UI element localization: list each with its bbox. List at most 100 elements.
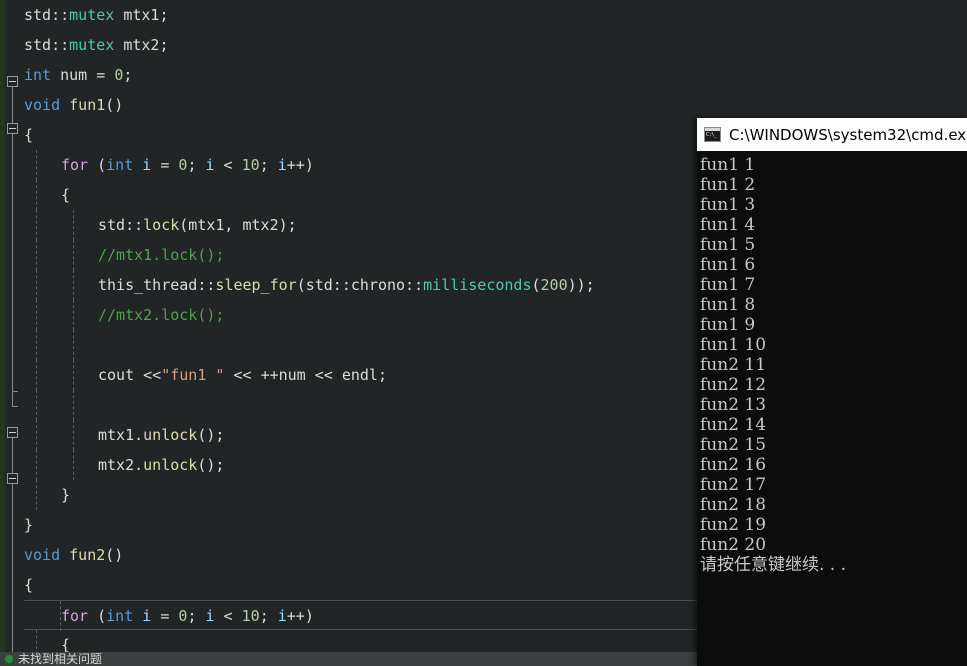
code-token: 10 bbox=[241, 607, 260, 625]
code-token: () bbox=[105, 546, 124, 564]
code-token: :: bbox=[125, 216, 144, 234]
code-token: unlock bbox=[143, 426, 198, 444]
code-token: << bbox=[224, 366, 261, 384]
code-line[interactable]: std::mutex mtx1; bbox=[0, 0, 967, 30]
indent-guide bbox=[36, 390, 37, 420]
console-output-line: fun1 7 bbox=[700, 275, 756, 295]
console-output-line: fun2 14 bbox=[700, 415, 767, 435]
console-output-line: fun2 20 bbox=[700, 535, 767, 555]
code-token: //mtx2.lock(); bbox=[98, 306, 225, 324]
console-output-line: fun2 19 bbox=[700, 515, 767, 535]
code-line-text: std::lock(mtx1, mtx2); bbox=[24, 210, 297, 240]
console-title-bar[interactable]: C:\WINDOWS\system32\cmd.ex bbox=[697, 118, 967, 151]
status-bar-text: 未找到相关问题 bbox=[18, 652, 103, 666]
code-token: } bbox=[24, 516, 34, 534]
code-token: i bbox=[142, 607, 152, 625]
code-token: mutex bbox=[69, 36, 115, 54]
code-token: fun2 bbox=[69, 546, 106, 564]
code-token: < bbox=[214, 607, 242, 625]
code-token: for bbox=[61, 607, 89, 625]
indent-guide bbox=[36, 330, 37, 360]
code-token: sleep_for bbox=[215, 276, 297, 294]
code-line[interactable]: int num = 0; bbox=[0, 60, 967, 90]
code-line-text: { bbox=[24, 570, 33, 600]
console-output-line: fun1 3 bbox=[700, 195, 756, 215]
indent-guide bbox=[36, 480, 37, 510]
console-output-line: fun1 8 bbox=[700, 295, 756, 315]
code-token: ++num bbox=[260, 366, 306, 384]
code-token: for bbox=[61, 156, 89, 174]
console-output-line: fun2 15 bbox=[700, 435, 767, 455]
code-token: fun1 bbox=[69, 96, 106, 114]
code-token: << endl; bbox=[305, 366, 387, 384]
code-line-text: //mtx2.lock(); bbox=[24, 300, 224, 330]
code-token: num bbox=[51, 66, 97, 84]
code-token: void bbox=[24, 546, 61, 564]
status-ok-icon bbox=[4, 654, 14, 664]
indent-guide bbox=[73, 270, 74, 300]
code-token: (); bbox=[197, 456, 225, 474]
indent-guide bbox=[36, 150, 37, 180]
code-token: ; bbox=[187, 156, 206, 174]
indent-guide bbox=[36, 450, 37, 480]
code-token: :: bbox=[51, 36, 70, 54]
console-output-line: 请按任意键继续. . . bbox=[700, 555, 847, 575]
code-token: i bbox=[205, 156, 215, 174]
code-line[interactable]: std::mutex mtx2; bbox=[0, 30, 967, 60]
console-output-line: fun1 5 bbox=[700, 235, 756, 255]
console-title-text: C:\WINDOWS\system32\cmd.ex bbox=[729, 125, 967, 144]
console-output-area[interactable]: fun1 1 fun1 2 fun1 3 fun1 4 fun1 5 fun1 6 fun1… bbox=[697, 151, 967, 666]
code-token: "fun1 " bbox=[161, 366, 225, 384]
code-line-text: for (int i = 0; i < 10; i++) bbox=[24, 601, 314, 631]
code-token: mutex bbox=[69, 6, 115, 24]
code-token: ; bbox=[259, 156, 278, 174]
code-token: mtx2. bbox=[98, 456, 144, 474]
console-output-line: fun1 2 bbox=[700, 175, 756, 195]
console-output-line: fun2 11 bbox=[700, 355, 767, 375]
indent-guide bbox=[36, 210, 37, 240]
code-token: 200 bbox=[540, 276, 568, 294]
code-token: mtx1; bbox=[114, 6, 169, 24]
cmd-icon bbox=[704, 127, 721, 142]
code-line-text: //mtx1.lock(); bbox=[24, 240, 224, 270]
code-line[interactable]: void fun1() bbox=[0, 90, 967, 120]
code-token: = bbox=[151, 607, 179, 625]
code-token: ( bbox=[531, 276, 541, 294]
code-token: milliseconds bbox=[423, 276, 532, 294]
code-token: mtx2; bbox=[114, 36, 169, 54]
indent-guide bbox=[73, 300, 74, 330]
code-token: { bbox=[61, 636, 71, 652]
code-line-text: this_thread::sleep_for(std::chrono::mill… bbox=[24, 270, 595, 300]
code-token: std bbox=[98, 216, 126, 234]
code-line-text: mtx1.unlock(); bbox=[24, 420, 224, 450]
indent-guide bbox=[73, 390, 74, 420]
console-output-line: fun2 17 bbox=[700, 475, 767, 495]
indent-guide bbox=[36, 240, 37, 270]
code-token: { bbox=[24, 576, 34, 594]
indent-guide bbox=[36, 360, 37, 390]
indent-guide bbox=[36, 180, 37, 210]
code-line-text: void fun1() bbox=[24, 90, 123, 120]
console-output-line: fun1 10 bbox=[700, 335, 767, 355]
indent-guide bbox=[36, 420, 37, 450]
console-output-line: fun2 18 bbox=[700, 495, 767, 515]
cmd-console-window[interactable]: C:\WINDOWS\system32\cmd.ex fun1 1fun1 2f… bbox=[697, 118, 967, 666]
code-token: :: bbox=[51, 6, 70, 24]
code-line-text: std::mutex mtx1; bbox=[24, 0, 169, 30]
code-line-text: mtx2.unlock(); bbox=[24, 450, 224, 480]
code-token: //mtx1.lock(); bbox=[98, 246, 225, 264]
code-token: { bbox=[24, 126, 34, 144]
console-output-line: fun2 12 bbox=[700, 375, 767, 395]
code-token: ; bbox=[259, 607, 278, 625]
code-token: i bbox=[277, 607, 287, 625]
indent-guide bbox=[36, 300, 37, 330]
code-token: ; bbox=[123, 66, 133, 84]
code-line-text: void fun2() bbox=[24, 540, 123, 570]
code-token: { bbox=[61, 186, 71, 204]
console-output-line: fun1 9 bbox=[700, 315, 756, 335]
code-token: () bbox=[105, 96, 124, 114]
code-token: ++) bbox=[286, 156, 314, 174]
